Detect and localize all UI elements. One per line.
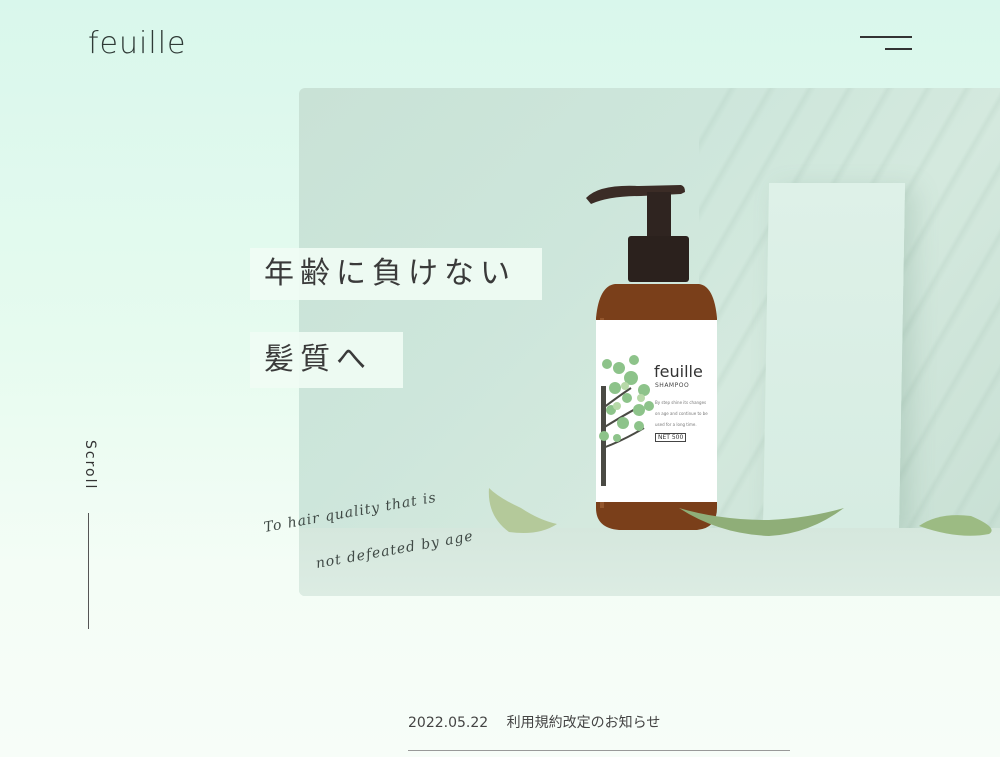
- menu-bar-bottom: [885, 48, 912, 50]
- leaf-left: [488, 488, 557, 533]
- pump-collar: [628, 236, 689, 282]
- hero-catch-line2: 髪質へ: [250, 332, 403, 388]
- news-date: 2022.05.22: [408, 715, 489, 731]
- site-logo[interactable]: feuille: [88, 26, 187, 61]
- scroll-indicator[interactable]: Scroll: [72, 440, 108, 500]
- product-bottle: [488, 185, 992, 536]
- menu-bar-top: [860, 36, 912, 38]
- hero-image: [299, 88, 1000, 596]
- news-divider: [408, 750, 790, 751]
- label-net: NET 500: [655, 433, 687, 442]
- label-type: SHAMPOO: [655, 382, 690, 389]
- leaf-right: [919, 515, 992, 536]
- news-title[interactable]: 利用規約改定のお知らせ: [507, 715, 661, 731]
- pump-stem: [647, 192, 671, 238]
- scroll-line: [88, 513, 89, 629]
- news-item[interactable]: 2022.05.22 利用規約改定のお知らせ: [408, 712, 790, 732]
- hero-catch-line1: 年齢に負けない: [250, 248, 542, 300]
- label-description: By step shine its changes on age and con…: [655, 400, 708, 427]
- hamburger-icon[interactable]: [858, 32, 916, 56]
- label-brand: feuille: [654, 362, 703, 381]
